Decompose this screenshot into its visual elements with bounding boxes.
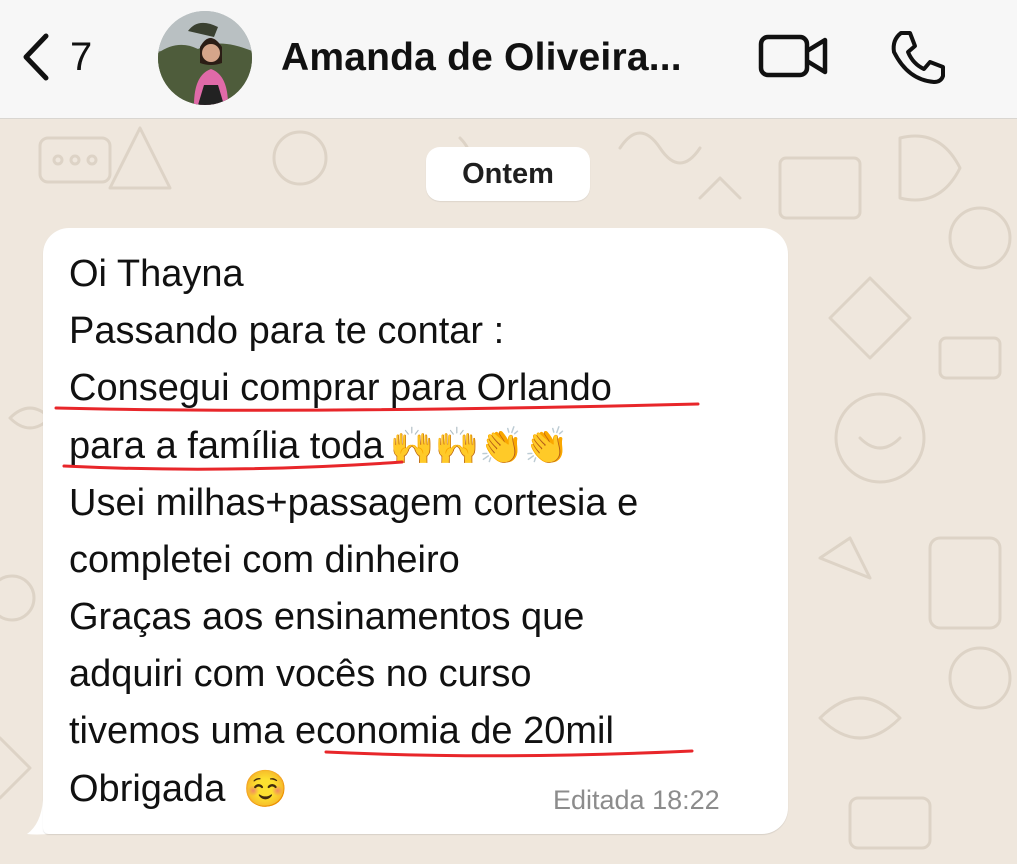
message-line: tivemos uma economia de 20mil (69, 709, 614, 753)
message-line: Obrigada ☺️ (69, 767, 288, 812)
back-button[interactable]: 7 (18, 30, 92, 84)
chat-header: 7 Amanda de Oliveira... (0, 0, 1017, 119)
date-separator: Ontem (426, 147, 590, 201)
message-line: completei com dinheiro (69, 539, 460, 581)
message-meta: Editada 18:22 (553, 785, 720, 816)
celebration-emoji-icon: 🙌🙌👏👏 (389, 426, 570, 467)
message-line: Passando para te contar : (69, 310, 505, 352)
chevron-left-icon (23, 33, 49, 81)
message-text: para a família toda (69, 425, 384, 467)
message-line: adquiri com vocês no curso (69, 653, 532, 695)
message-text: Obrigada (69, 768, 226, 810)
phone-icon[interactable] (887, 27, 947, 87)
contact-name[interactable]: Amanda de Oliveira... (281, 36, 682, 80)
message-line: Usei milhas+passagem cortesia e (69, 482, 639, 524)
message-line: Oi Thayna (69, 253, 244, 295)
message-line: para a família toda 🙌🙌👏👏 (69, 424, 569, 469)
avatar[interactable] (158, 11, 252, 105)
message-time: 18:22 (652, 785, 720, 815)
edited-label: Editada (553, 785, 645, 815)
unread-count: 7 (70, 34, 93, 79)
message-text: tivemos uma (69, 710, 285, 752)
smiling-emoji-icon: ☺️ (243, 769, 289, 810)
message-line: Consegui comprar para Orlando (69, 367, 612, 409)
video-camera-icon[interactable] (757, 30, 829, 82)
message-line: Graças aos ensinamentos que (69, 596, 585, 638)
highlighted-text: economia de 20mil (294, 710, 614, 752)
